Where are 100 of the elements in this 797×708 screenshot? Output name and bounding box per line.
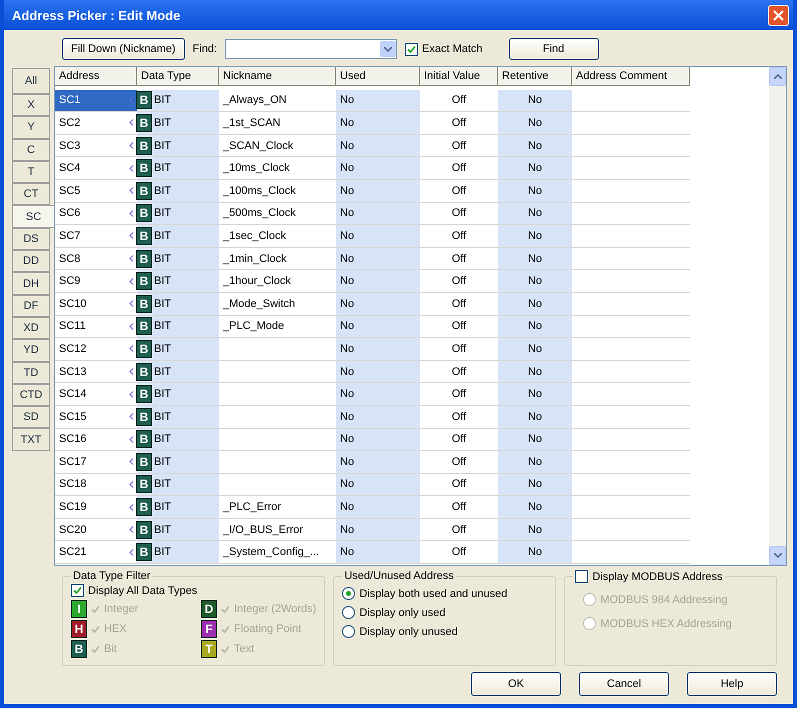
- address-cell[interactable]: SC13: [55, 360, 137, 384]
- retentive-cell: No: [498, 248, 572, 270]
- address-type-tab[interactable]: DH: [12, 272, 50, 295]
- bit-type-icon: B: [136, 340, 152, 358]
- initial-value-cell[interactable]: Off: [420, 202, 498, 226]
- type-checkbox[interactable]: [220, 604, 231, 614]
- initial-value-cell[interactable]: Off: [420, 316, 498, 338]
- group-title: Data Type Filter: [72, 570, 152, 582]
- close-icon: [773, 10, 784, 20]
- display-all-checkbox[interactable]: [71, 584, 84, 597]
- address-type-tab[interactable]: Y: [12, 116, 50, 139]
- address-cell[interactable]: SC18: [55, 474, 137, 496]
- address-type-tab[interactable]: C: [12, 138, 50, 161]
- address-cell[interactable]: SC16: [55, 428, 137, 452]
- address-cell[interactable]: SC6: [55, 202, 137, 226]
- address-type-tab[interactable]: TXT: [12, 428, 50, 451]
- nickname-cell[interactable]: [219, 428, 336, 452]
- used-cell: No: [336, 292, 420, 316]
- close-button[interactable]: [768, 4, 789, 26]
- comment-cell[interactable]: [572, 316, 690, 338]
- retentive-cell: No: [498, 180, 572, 203]
- window-title: Address Picker : Edit Mode: [12, 8, 180, 22]
- comment-cell[interactable]: [572, 474, 690, 496]
- retentive-cell: No: [498, 270, 572, 293]
- initial-value-cell[interactable]: Off: [420, 360, 498, 384]
- nickname-cell[interactable]: _PLC_Mode: [219, 316, 336, 338]
- bit-type-icon: B: [136, 317, 152, 336]
- nickname-cell[interactable]: _500ms_Clock: [219, 202, 336, 226]
- column-header[interactable]: Address: [55, 67, 137, 86]
- used-cell: No: [336, 90, 420, 112]
- radio-button[interactable]: [342, 625, 356, 638]
- dropdown-icon[interactable]: [380, 41, 396, 57]
- comment-cell[interactable]: [572, 360, 690, 384]
- group-title: Used/Unused Address: [343, 570, 455, 582]
- column-header[interactable]: Data Type: [137, 67, 219, 86]
- retentive-cell: No: [498, 316, 572, 338]
- bit-type-icon: B: [136, 362, 152, 381]
- initial-value-cell[interactable]: Off: [420, 474, 498, 496]
- address-type-tab[interactable]: T: [12, 160, 50, 184]
- exact-match-checkbox[interactable]: [405, 42, 418, 56]
- address-type-tab[interactable]: X: [12, 94, 50, 116]
- nickname-cell[interactable]: [219, 474, 336, 496]
- retentive-cell: No: [498, 134, 572, 158]
- comment-cell[interactable]: [572, 428, 690, 452]
- vertical-scrollbar[interactable]: [769, 67, 786, 565]
- comment-cell[interactable]: [572, 202, 690, 226]
- bit-type-icon: B: [136, 226, 152, 245]
- address-type-tab[interactable]: All: [12, 68, 50, 94]
- address-type-tab[interactable]: CT: [12, 183, 50, 206]
- modbus-checkbox[interactable]: [575, 570, 588, 583]
- address-type-tab[interactable]: XD: [12, 316, 50, 340]
- address-cell[interactable]: SC1: [55, 90, 137, 112]
- retentive-cell: No: [498, 112, 572, 135]
- data-type-icon: F: [201, 620, 217, 638]
- address-type-tab[interactable]: CTD: [12, 384, 50, 406]
- used-cell: No: [336, 270, 420, 293]
- type-checkbox[interactable]: [220, 624, 231, 634]
- dialog-button[interactable]: Cancel: [579, 672, 669, 696]
- column-header[interactable]: Used: [336, 67, 420, 86]
- type-checkbox[interactable]: [90, 604, 101, 614]
- column-header[interactable]: Nickname: [219, 67, 336, 86]
- initial-value-cell[interactable]: Off: [420, 428, 498, 452]
- column-header[interactable]: Initial Value: [420, 67, 498, 86]
- find-combo-box[interactable]: [225, 39, 397, 59]
- radio-button[interactable]: [342, 587, 356, 600]
- address-type-tab[interactable]: TD: [12, 362, 50, 384]
- type-checkbox[interactable]: [220, 644, 231, 654]
- type-checkbox[interactable]: [90, 624, 101, 634]
- dialog-button[interactable]: Help: [687, 672, 777, 696]
- check-icon: [221, 624, 230, 634]
- bit-type-icon: B: [136, 498, 152, 516]
- address-type-tab[interactable]: DF: [12, 294, 50, 317]
- data-type-icon: H: [71, 620, 87, 638]
- radio-label: Display only used: [359, 606, 446, 618]
- address-cell[interactable]: SC11: [55, 316, 137, 338]
- used-cell: No: [336, 134, 420, 158]
- type-checkbox[interactable]: [90, 644, 101, 654]
- retentive-cell: No: [498, 451, 572, 474]
- scroll-down-icon[interactable]: [769, 546, 786, 565]
- radio-label: Display only unused: [359, 626, 458, 638]
- bit-type-icon: B: [136, 159, 152, 178]
- address-type-tab[interactable]: DS: [12, 228, 50, 250]
- bit-type-icon: B: [136, 182, 152, 200]
- column-header[interactable]: Retentive: [498, 67, 572, 86]
- check-icon: [91, 624, 100, 634]
- find-button[interactable]: Find: [508, 38, 599, 60]
- bit-type-icon: B: [136, 475, 152, 494]
- data-type-icon: T: [201, 640, 217, 658]
- dialog-button[interactable]: OK: [471, 672, 561, 696]
- address-type-tab[interactable]: YD: [12, 339, 50, 362]
- radio-button[interactable]: [342, 606, 356, 619]
- address-type-tab[interactable]: SC: [12, 205, 54, 228]
- type-label: HEX: [104, 623, 127, 635]
- nickname-cell[interactable]: [219, 360, 336, 384]
- address-type-tab[interactable]: DD: [12, 250, 50, 272]
- column-header[interactable]: Address Comment: [572, 67, 690, 86]
- address-type-tab[interactable]: SD: [12, 406, 50, 428]
- fill-down-button[interactable]: Fill Down (Nickname): [62, 38, 185, 60]
- bit-type-icon: B: [136, 91, 152, 110]
- scroll-up-icon[interactable]: [769, 67, 786, 86]
